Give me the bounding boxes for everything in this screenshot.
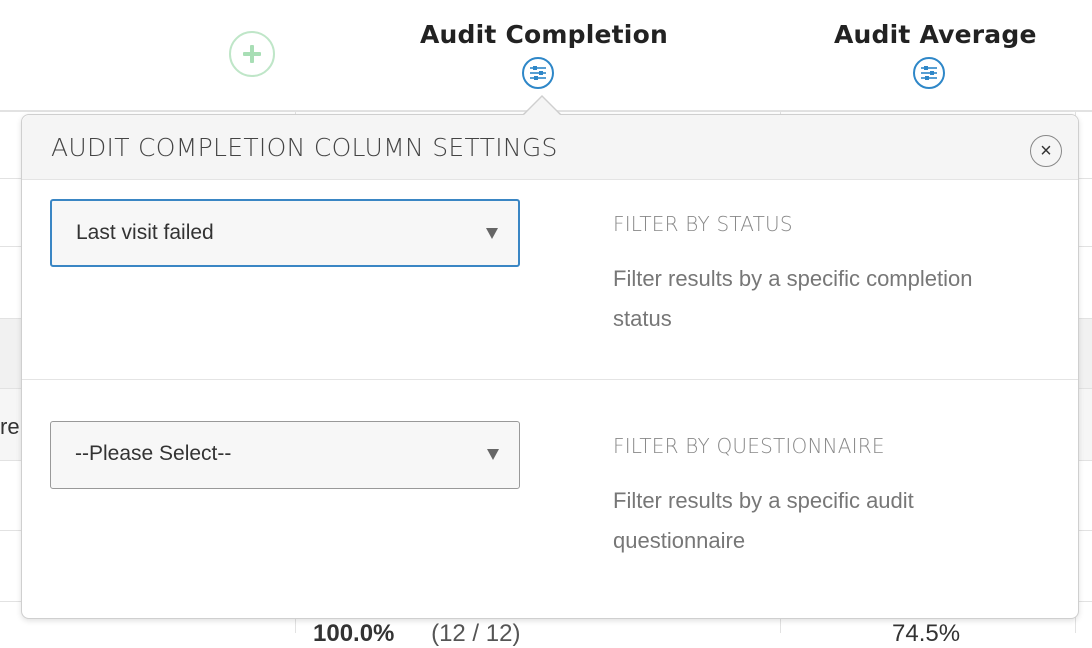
chevron-down-icon (487, 449, 499, 460)
sliders-icon (921, 66, 937, 80)
status-filter-description: Filter results by a specific completion … (613, 266, 973, 331)
row-label-fragment: re (0, 414, 20, 439)
popover-arrow-fill (523, 97, 561, 116)
status-filter-label: FILTER BY STATUS (613, 212, 793, 236)
questionnaire-filter-value: --Please Select-- (75, 442, 232, 465)
column-settings-popover: AUDIT COMPLETION COLUMN SETTINGS × Last … (21, 114, 1079, 619)
completion-count: (12 / 12) (431, 620, 521, 647)
close-button[interactable]: × (1030, 135, 1062, 167)
status-filter-value: Last visit failed (76, 221, 214, 244)
questionnaire-filter-label: FILTER BY QUESTIONNAIRE (613, 434, 885, 458)
sliders-icon (530, 66, 546, 80)
popover-title: AUDIT COMPLETION COLUMN SETTINGS (51, 133, 558, 162)
add-column-button[interactable] (229, 31, 275, 77)
questionnaire-filter-description: Filter results by a specific audit quest… (613, 488, 914, 553)
close-icon: × (1040, 140, 1052, 162)
chevron-down-icon (486, 228, 498, 239)
completion-percent: 100.0% (313, 620, 395, 647)
completion-cell: 100.0% (12 / 12) (313, 620, 520, 648)
column-header-audit-completion: Audit Completion (420, 20, 668, 94)
column-title: Audit Completion (420, 20, 668, 49)
column-title: Audit Average (834, 20, 1037, 49)
average-cell: 74.5% (892, 620, 961, 647)
questionnaire-filter-select[interactable]: --Please Select-- (50, 421, 520, 489)
popover-header: AUDIT COMPLETION COLUMN SETTINGS × (22, 115, 1078, 180)
column-settings-button[interactable] (913, 57, 945, 89)
column-header-audit-average: Audit Average (834, 20, 1037, 94)
status-filter-select[interactable]: Last visit failed (50, 199, 520, 267)
plus-icon (243, 45, 261, 63)
column-settings-button[interactable] (522, 57, 554, 89)
section-divider (22, 379, 1078, 380)
